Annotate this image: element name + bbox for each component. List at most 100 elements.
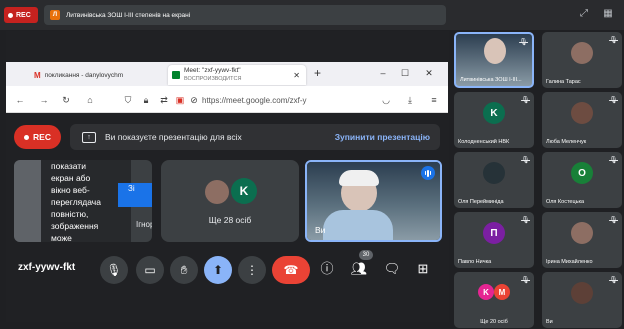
- info-icon[interactable]: ⓘ: [318, 260, 336, 278]
- self-video-tile[interactable]: Ви: [305, 160, 442, 242]
- share-text-line: може: [51, 233, 72, 242]
- browser-tab-meet[interactable]: Meet: "zxf-yywv-fkt" ВОСПРОИЗВОДИТСЯ ✕: [168, 65, 306, 85]
- participant-tile[interactable]: 🎙︎ Оля Перейминіда: [454, 152, 534, 208]
- download-icon[interactable]: ⤓: [404, 94, 416, 106]
- mic-button[interactable]: 🎙︎: [100, 256, 128, 284]
- mic-muted-icon: 🎙︎: [521, 97, 530, 104]
- close-window-icon[interactable]: ✕: [422, 66, 436, 80]
- share-blue-button: Зі: [118, 183, 152, 207]
- more-options-button[interactable]: ⋮: [238, 256, 266, 284]
- camera-button[interactable]: ▭: [136, 256, 164, 284]
- raise-hand-button[interactable]: ✋︎: [170, 256, 198, 284]
- participant-video: [484, 38, 506, 64]
- participant-tile[interactable]: 🎙︎ Люба Меленчук: [542, 92, 622, 148]
- share-text-line: повністю,: [51, 209, 89, 219]
- rec-indicator: REC: [4, 7, 38, 23]
- tab-subtitle: ВОСПРОИЗВОДИТСЯ: [184, 76, 242, 82]
- participant-name: Ще 20 осіб: [480, 319, 508, 325]
- presentation-text: Ви показуєте презентацію для всіх: [105, 132, 242, 142]
- camera-icon: ▭: [144, 263, 156, 277]
- participant-name: Галина Тарас: [546, 79, 581, 85]
- gmail-icon: M: [34, 70, 41, 80]
- people-icon[interactable]: 👥︎: [350, 260, 368, 278]
- rec-dot-icon: [8, 12, 13, 18]
- participant-name: Ірина Михайленко: [546, 259, 593, 265]
- self-shirt: [323, 210, 393, 240]
- participant-tile[interactable]: П 🎙︎ Павло Ничка: [454, 212, 534, 268]
- participant-avatar: П: [483, 222, 505, 244]
- participant-tile[interactable]: K 🎙︎ Колодненський НВК: [454, 92, 534, 148]
- mic-muted-icon: 🎙︎: [609, 217, 618, 224]
- rec-button[interactable]: REC: [14, 125, 61, 149]
- permissions-icon[interactable]: ⇄: [158, 94, 170, 106]
- screen-share-indicator-icon[interactable]: ▣: [174, 94, 186, 106]
- participant-name: Павло Ничка: [458, 259, 492, 265]
- people-count-badge: 30: [359, 250, 373, 260]
- mic-muted-icon: 🎙︎: [521, 157, 530, 164]
- browser-tab-gmail[interactable]: M покликання - danylovychm: [30, 65, 150, 85]
- mic-icon: 🎙︎: [106, 263, 122, 277]
- lock-icon: 🔒︎: [143, 95, 149, 105]
- rec-label: REC: [16, 11, 31, 19]
- others-tile[interactable]: K Ще 28 осіб: [161, 160, 299, 242]
- ignore-text: Ігнору: [136, 220, 152, 229]
- hang-up-icon: ☎︎: [283, 263, 299, 277]
- home-icon[interactable]: ⌂: [84, 94, 96, 106]
- participant-avatar: K: [478, 284, 494, 300]
- share-preview-strip: [14, 160, 41, 242]
- forward-icon[interactable]: →: [38, 94, 50, 106]
- participant-tile[interactable]: 🎙︎ Галина Тарас: [542, 32, 622, 88]
- activities-icon[interactable]: ⊞: [414, 260, 432, 278]
- present-icon: ⬆: [212, 263, 224, 277]
- rec-label: REC: [33, 132, 51, 142]
- participant-tile[interactable]: K M 🎙︎ Ще 20 осіб: [454, 272, 534, 328]
- participant-tile[interactable]: 🎙︎ Ви: [542, 272, 622, 328]
- mic-muted-icon: 🎙︎: [609, 37, 618, 44]
- reload-icon[interactable]: ↻: [60, 94, 72, 106]
- share-text-line: показати: [51, 161, 86, 171]
- presentation-banner: ↑ Ви показуєте презентацію для всіх Зупи…: [70, 124, 440, 150]
- participant-avatar: [571, 42, 593, 64]
- participant-tile[interactable]: 🎙︎ Ірина Михайленко: [542, 212, 622, 268]
- camera-blocked-icon[interactable]: ⊘: [188, 94, 200, 106]
- participant-avatar: [483, 162, 505, 184]
- presenting-banner: Л Литвинівська ЗОШ І-ІІІ степенів на екр…: [44, 5, 446, 25]
- participant-avatar: O: [571, 162, 593, 184]
- rec-dot-icon: [24, 134, 30, 140]
- new-tab-button[interactable]: +: [314, 66, 321, 80]
- more-vert-icon: ⋮: [246, 263, 258, 277]
- close-tab-icon[interactable]: ✕: [293, 71, 300, 80]
- participant-avatar: K: [483, 102, 505, 124]
- expand-icon[interactable]: ⤢: [578, 8, 590, 20]
- stop-presenting-button[interactable]: Зупинити презентацію: [335, 132, 430, 142]
- participant-avatar: M: [494, 284, 510, 300]
- mic-muted-icon: 🎙︎: [521, 277, 530, 284]
- present-button[interactable]: ⬆: [204, 256, 232, 284]
- hand-icon: ✋︎: [180, 262, 188, 277]
- screen-share-tile[interactable]: показати екран або вікно веб-переглядача по…: [14, 160, 152, 242]
- url-bar[interactable]: https://meet.google.com/zxf-y: [202, 92, 342, 108]
- meet-icon: [172, 71, 180, 79]
- chat-icon[interactable]: 🗨︎: [383, 260, 401, 278]
- presenter-avatar-icon: Л: [50, 10, 60, 20]
- layout-icon[interactable]: ▦: [602, 8, 614, 20]
- self-hair: [339, 170, 379, 186]
- pocket-icon[interactable]: ◡: [380, 94, 392, 106]
- back-icon[interactable]: ←: [14, 94, 26, 106]
- participant-name: Оля Перейминіда: [458, 199, 504, 205]
- mic-muted-icon: 🎙︎: [519, 39, 528, 46]
- participant-tile[interactable]: 🎙︎ Литвинівська ЗОШ І-ІІІ...: [454, 32, 534, 88]
- participant-avatar: [571, 282, 593, 304]
- self-label: Ви: [315, 225, 326, 235]
- menu-icon[interactable]: ≡: [428, 94, 440, 106]
- participant-name: Оля Костецька: [546, 199, 585, 205]
- minimize-icon[interactable]: –: [376, 66, 390, 80]
- maximize-icon[interactable]: ☐: [398, 66, 412, 80]
- share-text-line: зображення: [51, 221, 99, 231]
- mic-muted-icon: 🎙︎: [521, 217, 530, 224]
- participant-tile[interactable]: O 🎙︎ Оля Костецька: [542, 152, 622, 208]
- meeting-code: zxf-yywv-fkt: [18, 262, 76, 273]
- leave-call-button[interactable]: ☎︎: [272, 256, 310, 284]
- participant-name: Люба Меленчук: [546, 139, 587, 145]
- speaking-indicator-icon: [421, 166, 435, 180]
